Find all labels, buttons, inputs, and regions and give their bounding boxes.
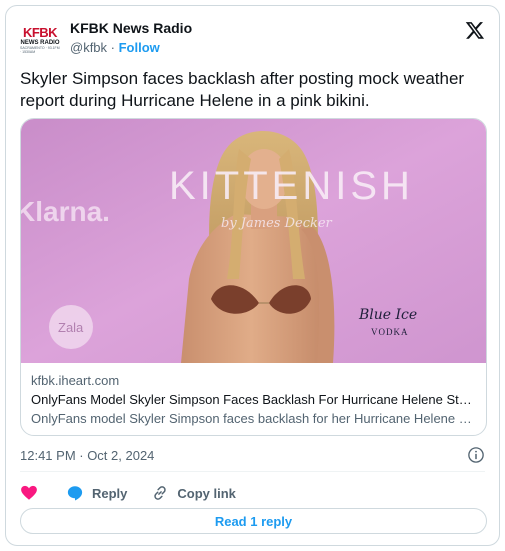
- backdrop-brand-center: KITTENISH: [169, 164, 414, 208]
- like-button[interactable]: [20, 484, 38, 502]
- link-card[interactable]: Klarna. KITTENISH by James Decker Zala B…: [20, 118, 487, 436]
- x-logo-icon[interactable]: [465, 20, 485, 40]
- tweet-embed: KFBK NEWS RADIO SACRAMENTO · 93.1FM · 15…: [5, 5, 500, 546]
- author-handle[interactable]: @kfbk: [70, 40, 107, 55]
- author-handle-row: @kfbk · Follow: [70, 40, 160, 55]
- divider: [20, 471, 485, 472]
- backdrop-brand-blueice: Blue Ice: [358, 307, 417, 323]
- logo-text-tagline: SACRAMENTO · 93.1FM · 1530AM: [20, 46, 60, 54]
- copy-link-label: Copy link: [177, 485, 236, 501]
- tweet-header: KFBK NEWS RADIO SACRAMENTO · 93.1FM · 15…: [20, 18, 485, 62]
- backdrop-brand-blueice-sub: VODKA: [371, 327, 409, 337]
- reply-bubble-icon: [67, 486, 83, 501]
- tweet-text: Skyler Simpson faces backlash after post…: [20, 69, 465, 110]
- link-info: kfbk.iheart.com OnlyFans Model Skyler Si…: [31, 372, 478, 427]
- link-icon: [154, 486, 167, 500]
- backdrop-brand-center-sub: by James Decker: [221, 216, 333, 231]
- reply-label: Reply: [92, 485, 128, 501]
- read-replies-button[interactable]: Read 1 reply: [20, 508, 487, 534]
- link-title[interactable]: OnlyFans Model Skyler Simpson Faces Back…: [31, 391, 478, 408]
- info-icon[interactable]: [467, 446, 485, 464]
- backdrop-brand-zala: Zala: [58, 320, 84, 335]
- tweet-timestamp[interactable]: 12:41 PM · Oct 2, 2024: [20, 448, 154, 463]
- link-description: OnlyFans model Skyler Simpson faces back…: [31, 411, 478, 426]
- copy-link-button[interactable]: Copy link: [151, 484, 236, 502]
- link-domain: kfbk.iheart.com: [31, 373, 120, 388]
- handle-separator: ·: [107, 40, 119, 55]
- heart-icon: [21, 485, 37, 500]
- logo-text-main: KFBK: [22, 25, 58, 40]
- action-bar: Reply Copy link: [20, 481, 260, 505]
- follow-button[interactable]: Follow: [119, 40, 160, 55]
- kfbk-logo[interactable]: KFBK NEWS RADIO SACRAMENTO · 93.1FM · 15…: [20, 25, 60, 55]
- reply-button[interactable]: Reply: [66, 484, 127, 502]
- backdrop-brand-left: Klarna.: [21, 196, 110, 227]
- author-name[interactable]: KFBK News Radio: [70, 20, 192, 36]
- article-image[interactable]: Klarna. KITTENISH by James Decker Zala B…: [21, 119, 487, 363]
